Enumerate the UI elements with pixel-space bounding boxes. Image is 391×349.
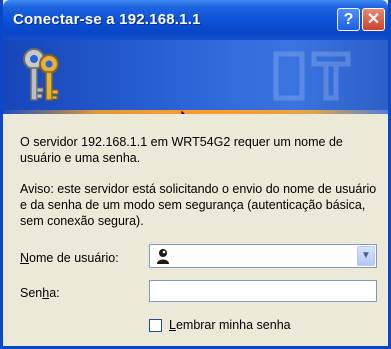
remember-password-checkbox[interactable] [149, 319, 162, 332]
dialog-body: O servidor 192.168.1.1 em WRT54G2 requer… [3, 114, 388, 346]
close-button[interactable]: ✕ [362, 8, 385, 31]
dialog-banner [3, 40, 388, 110]
password-label: Senha: [20, 286, 60, 300]
server-watermark-icon [273, 51, 351, 101]
user-icon [157, 249, 169, 264]
remember-password-label[interactable]: Lembrar minha senha [169, 318, 291, 332]
keys-icon [23, 48, 59, 101]
username-combobox[interactable]: ▼ [149, 244, 377, 268]
chevron-down-icon[interactable]: ▼ [357, 246, 375, 266]
login-dialog: Conectar-se a 192.168.1.1 ? ✕ O servidor… [0, 0, 391, 349]
window-title: Conectar-se a 192.168.1.1 [13, 11, 201, 28]
title-bar[interactable]: Conectar-se a 192.168.1.1 ? ✕ [3, 0, 388, 40]
help-button[interactable]: ? [337, 8, 360, 31]
username-label: Nome de usuário: [20, 251, 119, 265]
password-input[interactable] [149, 280, 377, 302]
server-message: O servidor 192.168.1.1 em WRT54G2 requer… [20, 135, 343, 165]
security-warning: Aviso: este servidor está solicitando o … [20, 182, 377, 228]
